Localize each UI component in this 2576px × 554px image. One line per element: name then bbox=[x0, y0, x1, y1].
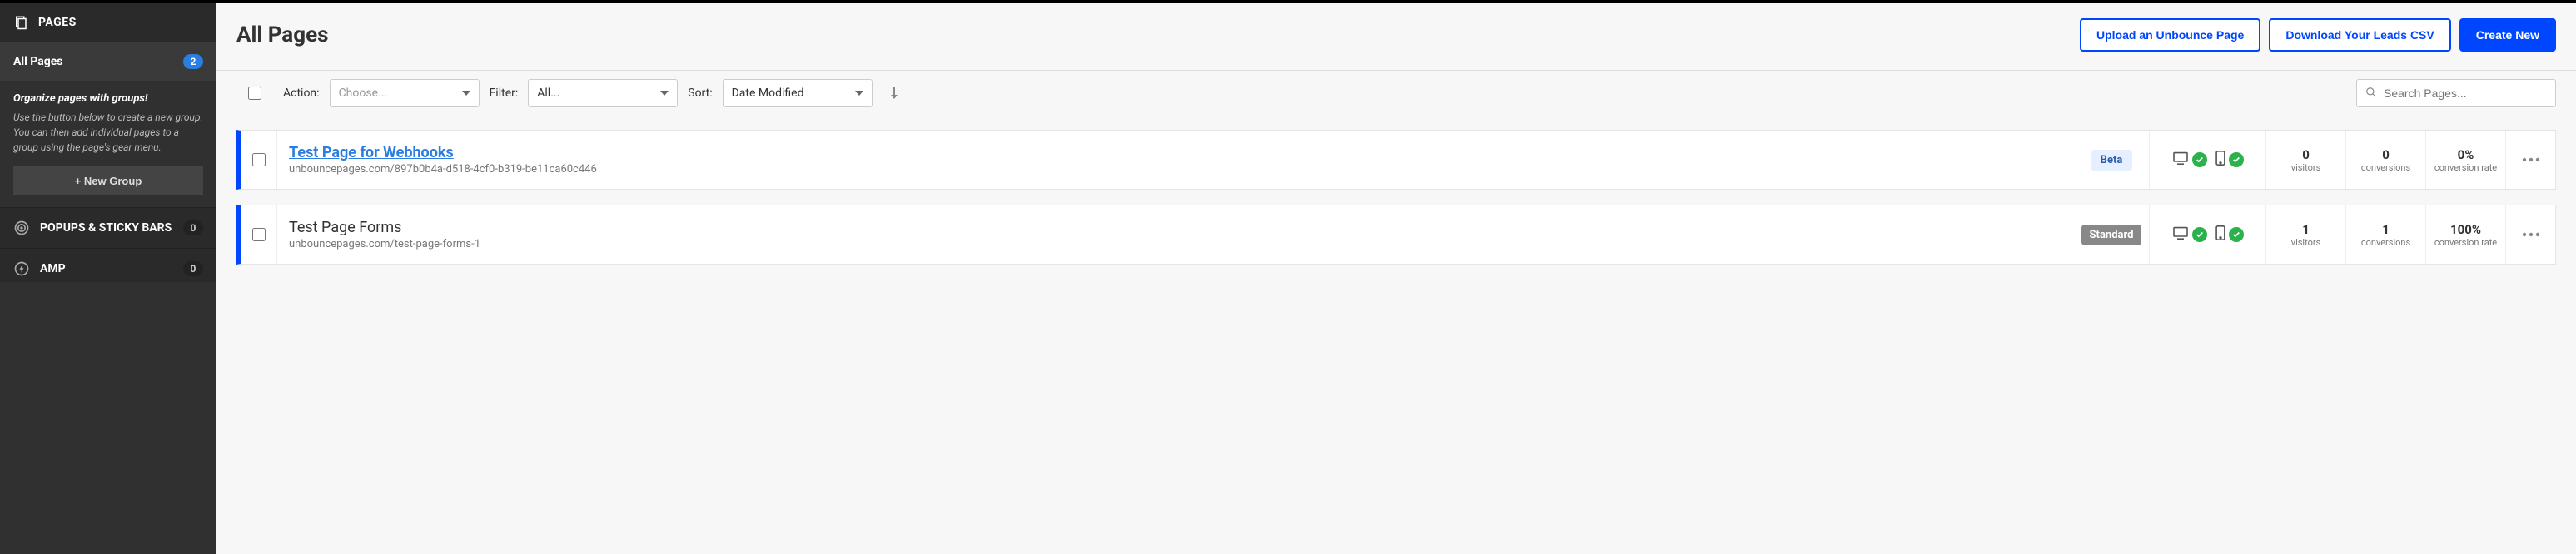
download-leads-button[interactable]: Download Your Leads CSV bbox=[2269, 18, 2450, 52]
page-info: Test Page for Webhooks unbouncepages.com… bbox=[277, 131, 2074, 189]
page-variant-tag: Standard bbox=[2081, 225, 2142, 245]
nav-all-pages[interactable]: All Pages 2 bbox=[0, 42, 216, 81]
page-info: Test Page Forms unbouncepages.com/test-p… bbox=[277, 205, 2074, 264]
pages-icon bbox=[13, 15, 28, 30]
upload-button[interactable]: Upload an Unbounce Page bbox=[2080, 18, 2260, 52]
page-row: Test Page Forms unbouncepages.com/test-p… bbox=[236, 205, 2556, 265]
sort-select[interactable]: Date Modified bbox=[723, 79, 873, 107]
sidebar: PAGES All Pages 2 Organize pages with gr… bbox=[0, 3, 216, 554]
desktop-icon bbox=[2172, 226, 2189, 243]
stat-rate: 0% conversion rate bbox=[2425, 131, 2505, 189]
groups-title: Organize pages with groups! bbox=[13, 92, 203, 105]
row-checkbox[interactable] bbox=[252, 153, 266, 166]
row-menu-button[interactable] bbox=[2505, 131, 2555, 189]
main-header: All Pages Upload an Unbounce Page Downlo… bbox=[216, 3, 2576, 71]
chevron-down-icon bbox=[462, 91, 470, 96]
sort-label: Sort: bbox=[688, 87, 712, 100]
nav-popups[interactable]: POPUPS & STICKY BARS 0 bbox=[0, 207, 216, 248]
action-select[interactable]: Choose... bbox=[330, 79, 480, 107]
nav-popups-label: POPUPS & STICKY BARS bbox=[40, 221, 172, 235]
page-variant-tag: Beta bbox=[2091, 150, 2133, 171]
target-icon bbox=[13, 220, 30, 236]
check-icon bbox=[2229, 152, 2244, 167]
check-icon bbox=[2229, 227, 2244, 242]
page-row: Test Page for Webhooks unbouncepages.com… bbox=[236, 130, 2556, 190]
page-title-text[interactable]: Test Page Forms bbox=[289, 219, 2062, 236]
filter-label: Filter: bbox=[490, 87, 519, 100]
check-icon bbox=[2192, 227, 2207, 242]
groups-info: Organize pages with groups! Use the butt… bbox=[0, 81, 216, 207]
new-group-button[interactable]: + New Group bbox=[13, 166, 203, 195]
page-url: unbouncepages.com/test-page-forms-1 bbox=[289, 238, 2062, 250]
stat-rate: 100% conversion rate bbox=[2425, 205, 2505, 264]
desktop-icon bbox=[2172, 151, 2189, 168]
select-all-checkbox[interactable] bbox=[248, 87, 261, 100]
device-status bbox=[2149, 205, 2265, 264]
nav-all-pages-label: All Pages bbox=[13, 55, 63, 68]
nav-amp-label: AMP bbox=[40, 262, 66, 275]
filter-select[interactable]: All... bbox=[528, 79, 678, 107]
sidebar-header-title: PAGES bbox=[38, 16, 77, 29]
row-checkbox[interactable] bbox=[252, 228, 266, 241]
page-list: Test Page for Webhooks unbouncepages.com… bbox=[216, 116, 2576, 278]
page-title: All Pages bbox=[236, 22, 328, 47]
device-status bbox=[2149, 131, 2265, 189]
sidebar-header: PAGES bbox=[0, 3, 216, 42]
nav-popups-count: 0 bbox=[183, 220, 203, 235]
stat-conversions: 0 conversions bbox=[2345, 131, 2425, 189]
action-label: Action: bbox=[283, 87, 320, 100]
chevron-down-icon bbox=[855, 91, 863, 96]
mobile-icon bbox=[2215, 225, 2225, 244]
stat-conversions: 1 conversions bbox=[2345, 205, 2425, 264]
sort-value: Date Modified bbox=[732, 87, 804, 100]
check-icon bbox=[2192, 152, 2207, 167]
nav-amp[interactable]: AMP 0 bbox=[0, 248, 216, 282]
amp-icon bbox=[13, 260, 30, 277]
row-menu-button[interactable] bbox=[2505, 205, 2555, 264]
search-input[interactable] bbox=[2384, 87, 2547, 100]
search-box[interactable] bbox=[2356, 79, 2556, 107]
nav-amp-count: 0 bbox=[183, 261, 203, 276]
chevron-down-icon bbox=[660, 91, 669, 96]
toolbar: Action: Choose... Filter: All... Sort: D… bbox=[216, 71, 2576, 116]
create-new-button[interactable]: Create New bbox=[2459, 18, 2556, 52]
stat-visitors: 0 visitors bbox=[2265, 131, 2345, 189]
stat-visitors: 1 visitors bbox=[2265, 205, 2345, 264]
mobile-icon bbox=[2215, 151, 2225, 169]
filter-value: All... bbox=[537, 87, 559, 100]
page-title-link[interactable]: Test Page for Webhooks bbox=[289, 144, 2062, 161]
nav-all-pages-count: 2 bbox=[183, 54, 203, 69]
search-icon bbox=[2365, 86, 2377, 101]
page-url: unbouncepages.com/897b0b4a-d518-4cf0-b31… bbox=[289, 163, 2062, 176]
action-placeholder: Choose... bbox=[339, 87, 388, 100]
main-content: All Pages Upload an Unbounce Page Downlo… bbox=[216, 3, 2576, 554]
header-buttons: Upload an Unbounce Page Download Your Le… bbox=[2080, 18, 2556, 52]
sort-direction-button[interactable] bbox=[883, 79, 906, 107]
groups-desc: Use the button below to create a new gro… bbox=[13, 110, 203, 155]
